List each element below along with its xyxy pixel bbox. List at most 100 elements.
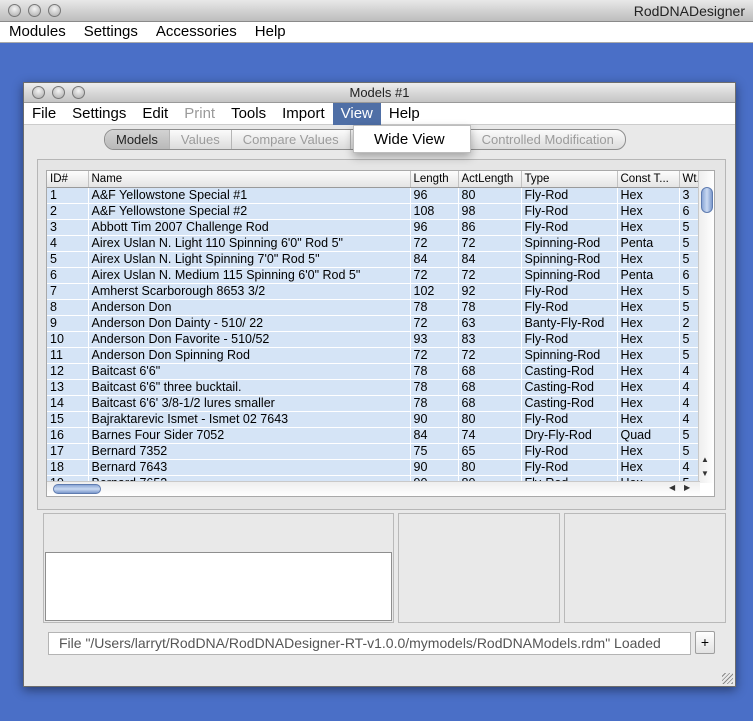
vertical-scrollbar[interactable]: ▲ ▼ <box>698 171 714 483</box>
table-row[interactable]: 10 Anderson Don Favorite - 510/52 93 83 Fly-… <box>47 331 700 348</box>
table-row[interactable]: 9 Anderson Don Dainty - 510/ 22 72 63 Banty-… <box>47 315 700 332</box>
menu-import[interactable]: Import <box>274 103 333 125</box>
cell-const-type: Hex <box>617 411 680 428</box>
menu-settings[interactable]: Settings <box>64 103 134 125</box>
table-row[interactable]: 6 Airex Uslan N. Medium 115 Spinning 6'0"… <box>47 267 700 284</box>
table-row[interactable]: 4 Airex Uslan N. Light 110 Spinning 6'0" … <box>47 235 700 252</box>
tab-values[interactable]: Values <box>170 130 232 149</box>
column-header-id[interactable]: ID# <box>47 171 89 188</box>
cell-const-type: Hex <box>617 203 680 220</box>
cell-weight: 5 <box>679 427 700 444</box>
menu-tools[interactable]: Tools <box>223 103 274 125</box>
models-menubar: File Settings Edit Print Tools Import Vi… <box>24 103 735 125</box>
menu-edit[interactable]: Edit <box>134 103 176 125</box>
column-header-actlength[interactable]: ActLength <box>458 171 522 188</box>
minimize-window-button[interactable] <box>28 4 41 17</box>
models-table-panel: ID# Name Length ActLength Type Const T..… <box>37 159 726 510</box>
cell-weight: 4 <box>679 411 700 428</box>
cell-const-type: Hex <box>617 315 680 332</box>
app-menu-settings[interactable]: Settings <box>75 22 147 42</box>
table-row[interactable]: 11 Anderson Don Spinning Rod 72 72 Spinning-… <box>47 347 700 364</box>
app-menu-accessories[interactable]: Accessories <box>147 22 246 42</box>
table-row[interactable]: 7 Amherst Scarborough 8653 3/2 102 92 Fly-Ro… <box>47 283 700 300</box>
menu-item-wide-view[interactable]: Wide View <box>374 131 445 148</box>
cell-id: 17 <box>47 443 89 460</box>
cell-actlength: 80 <box>458 411 522 428</box>
cell-actlength: 80 <box>458 187 522 204</box>
cell-id: 7 <box>47 283 89 300</box>
cell-actlength: 98 <box>458 203 522 220</box>
app-menubar: Modules Settings Accessories Help <box>0 22 753 43</box>
cell-id: 4 <box>47 235 89 252</box>
cell-name: Anderson Don Dainty - 510/ 22 <box>88 315 411 332</box>
cell-name: Bernard 7643 <box>88 459 411 476</box>
column-header-name[interactable]: Name <box>88 171 411 188</box>
view-menu-dropdown: Wide View <box>353 125 471 153</box>
table-row[interactable]: 13 Baitcast 6'6" three bucktail. 78 68 Casti… <box>47 379 700 396</box>
menu-view[interactable]: View <box>332 103 381 125</box>
cell-length: 84 <box>410 427 459 444</box>
vertical-scroll-thumb[interactable] <box>701 187 713 213</box>
table-row[interactable]: 5 Airex Uslan N. Light Spinning 7'0" Rod … <box>47 251 700 268</box>
scroll-down-arrow-icon[interactable]: ▼ <box>701 469 709 478</box>
cell-actlength: 92 <box>458 283 522 300</box>
notes-text-area[interactable] <box>45 552 392 621</box>
cell-weight: 4 <box>679 395 700 412</box>
cell-weight: 5 <box>679 235 700 252</box>
table-row[interactable]: 1 A&F Yellowstone Special #1 96 80 Fly-Rod He… <box>47 187 700 204</box>
cell-type: Dry-Fly-Rod <box>521 427 618 444</box>
menu-file[interactable]: File <box>24 103 64 125</box>
column-header-length[interactable]: Length <box>410 171 459 188</box>
cell-type: Casting-Rod <box>521 395 618 412</box>
cell-weight: 3 <box>679 187 700 204</box>
models-table-body: 1 A&F Yellowstone Special #1 96 80 Fly-Rod He… <box>47 187 700 492</box>
menu-help[interactable]: Help <box>381 103 428 125</box>
cell-actlength: 65 <box>458 443 522 460</box>
cell-actlength: 80 <box>458 459 522 476</box>
cell-const-type: Hex <box>617 347 680 364</box>
scroll-up-arrow-icon[interactable]: ▲ <box>701 455 709 464</box>
cell-length: 78 <box>410 379 459 396</box>
tab-models[interactable]: Models <box>105 130 170 149</box>
horizontal-scrollbar[interactable]: ◀ ▶ <box>47 481 700 496</box>
column-header-const-type[interactable]: Const T... <box>617 171 680 188</box>
models-window-title: Models #1 <box>349 85 410 100</box>
cell-weight: 6 <box>679 267 700 284</box>
cell-const-type: Hex <box>617 363 680 380</box>
table-row[interactable]: 12 Baitcast 6'6" 78 68 Casting-Rod Hex 4 <box>47 363 700 380</box>
cell-weight: 5 <box>679 283 700 300</box>
table-row[interactable]: 2 A&F Yellowstone Special #2 108 98 Fly-Rod H… <box>47 203 700 220</box>
table-row[interactable]: 8 Anderson Don 78 78 Fly-Rod Hex 5 <box>47 299 700 316</box>
cell-id: 12 <box>47 363 89 380</box>
cell-id: 2 <box>47 203 89 220</box>
menu-print[interactable]: Print <box>176 103 223 125</box>
scroll-left-arrow-icon[interactable]: ◀ <box>669 483 675 492</box>
table-row[interactable]: 14 Baitcast 6'6' 3/8-1/2 lures smaller 78 6… <box>47 395 700 412</box>
table-row[interactable]: 15 Bajraktarevic Ismet - Ismet 02 7643 90 8… <box>47 411 700 428</box>
models-window-titlebar[interactable]: Models #1 <box>24 83 735 103</box>
horizontal-scroll-thumb[interactable] <box>53 484 101 494</box>
cell-actlength: 84 <box>458 251 522 268</box>
tab-compare-values[interactable]: Compare Values <box>232 130 351 149</box>
add-button[interactable]: + <box>695 631 715 654</box>
close-window-button[interactable] <box>8 4 21 17</box>
cell-name: Baitcast 6'6" <box>88 363 411 380</box>
column-header-weight[interactable]: Wt. <box>679 171 700 188</box>
cell-type: Spinning-Rod <box>521 347 618 364</box>
cell-const-type: Hex <box>617 251 680 268</box>
app-menu-modules[interactable]: Modules <box>0 22 75 42</box>
column-header-type[interactable]: Type <box>521 171 618 188</box>
cell-type: Fly-Rod <box>521 459 618 476</box>
scroll-right-arrow-icon[interactable]: ▶ <box>684 483 690 492</box>
cell-name: Airex Uslan N. Medium 115 Spinning 6'0" … <box>88 267 411 284</box>
app-menu-help[interactable]: Help <box>246 22 295 42</box>
tab-controlled-modification[interactable]: Controlled Modification <box>471 130 625 149</box>
cell-weight: 2 <box>679 315 700 332</box>
resize-grip-icon[interactable] <box>722 673 733 684</box>
table-row[interactable]: 17 Bernard 7352 75 65 Fly-Rod Hex 5 <box>47 443 700 460</box>
cell-name: Baitcast 6'6' 3/8-1/2 lures smaller <box>88 395 411 412</box>
table-row[interactable]: 3 Abbott Tim 2007 Challenge Rod 96 86 Fly-Ro… <box>47 219 700 236</box>
table-row[interactable]: 18 Bernard 7643 90 80 Fly-Rod Hex 4 <box>47 459 700 476</box>
zoom-window-button[interactable] <box>48 4 61 17</box>
table-row[interactable]: 16 Barnes Four Sider 7052 84 74 Dry-Fly-Rod Q… <box>47 427 700 444</box>
